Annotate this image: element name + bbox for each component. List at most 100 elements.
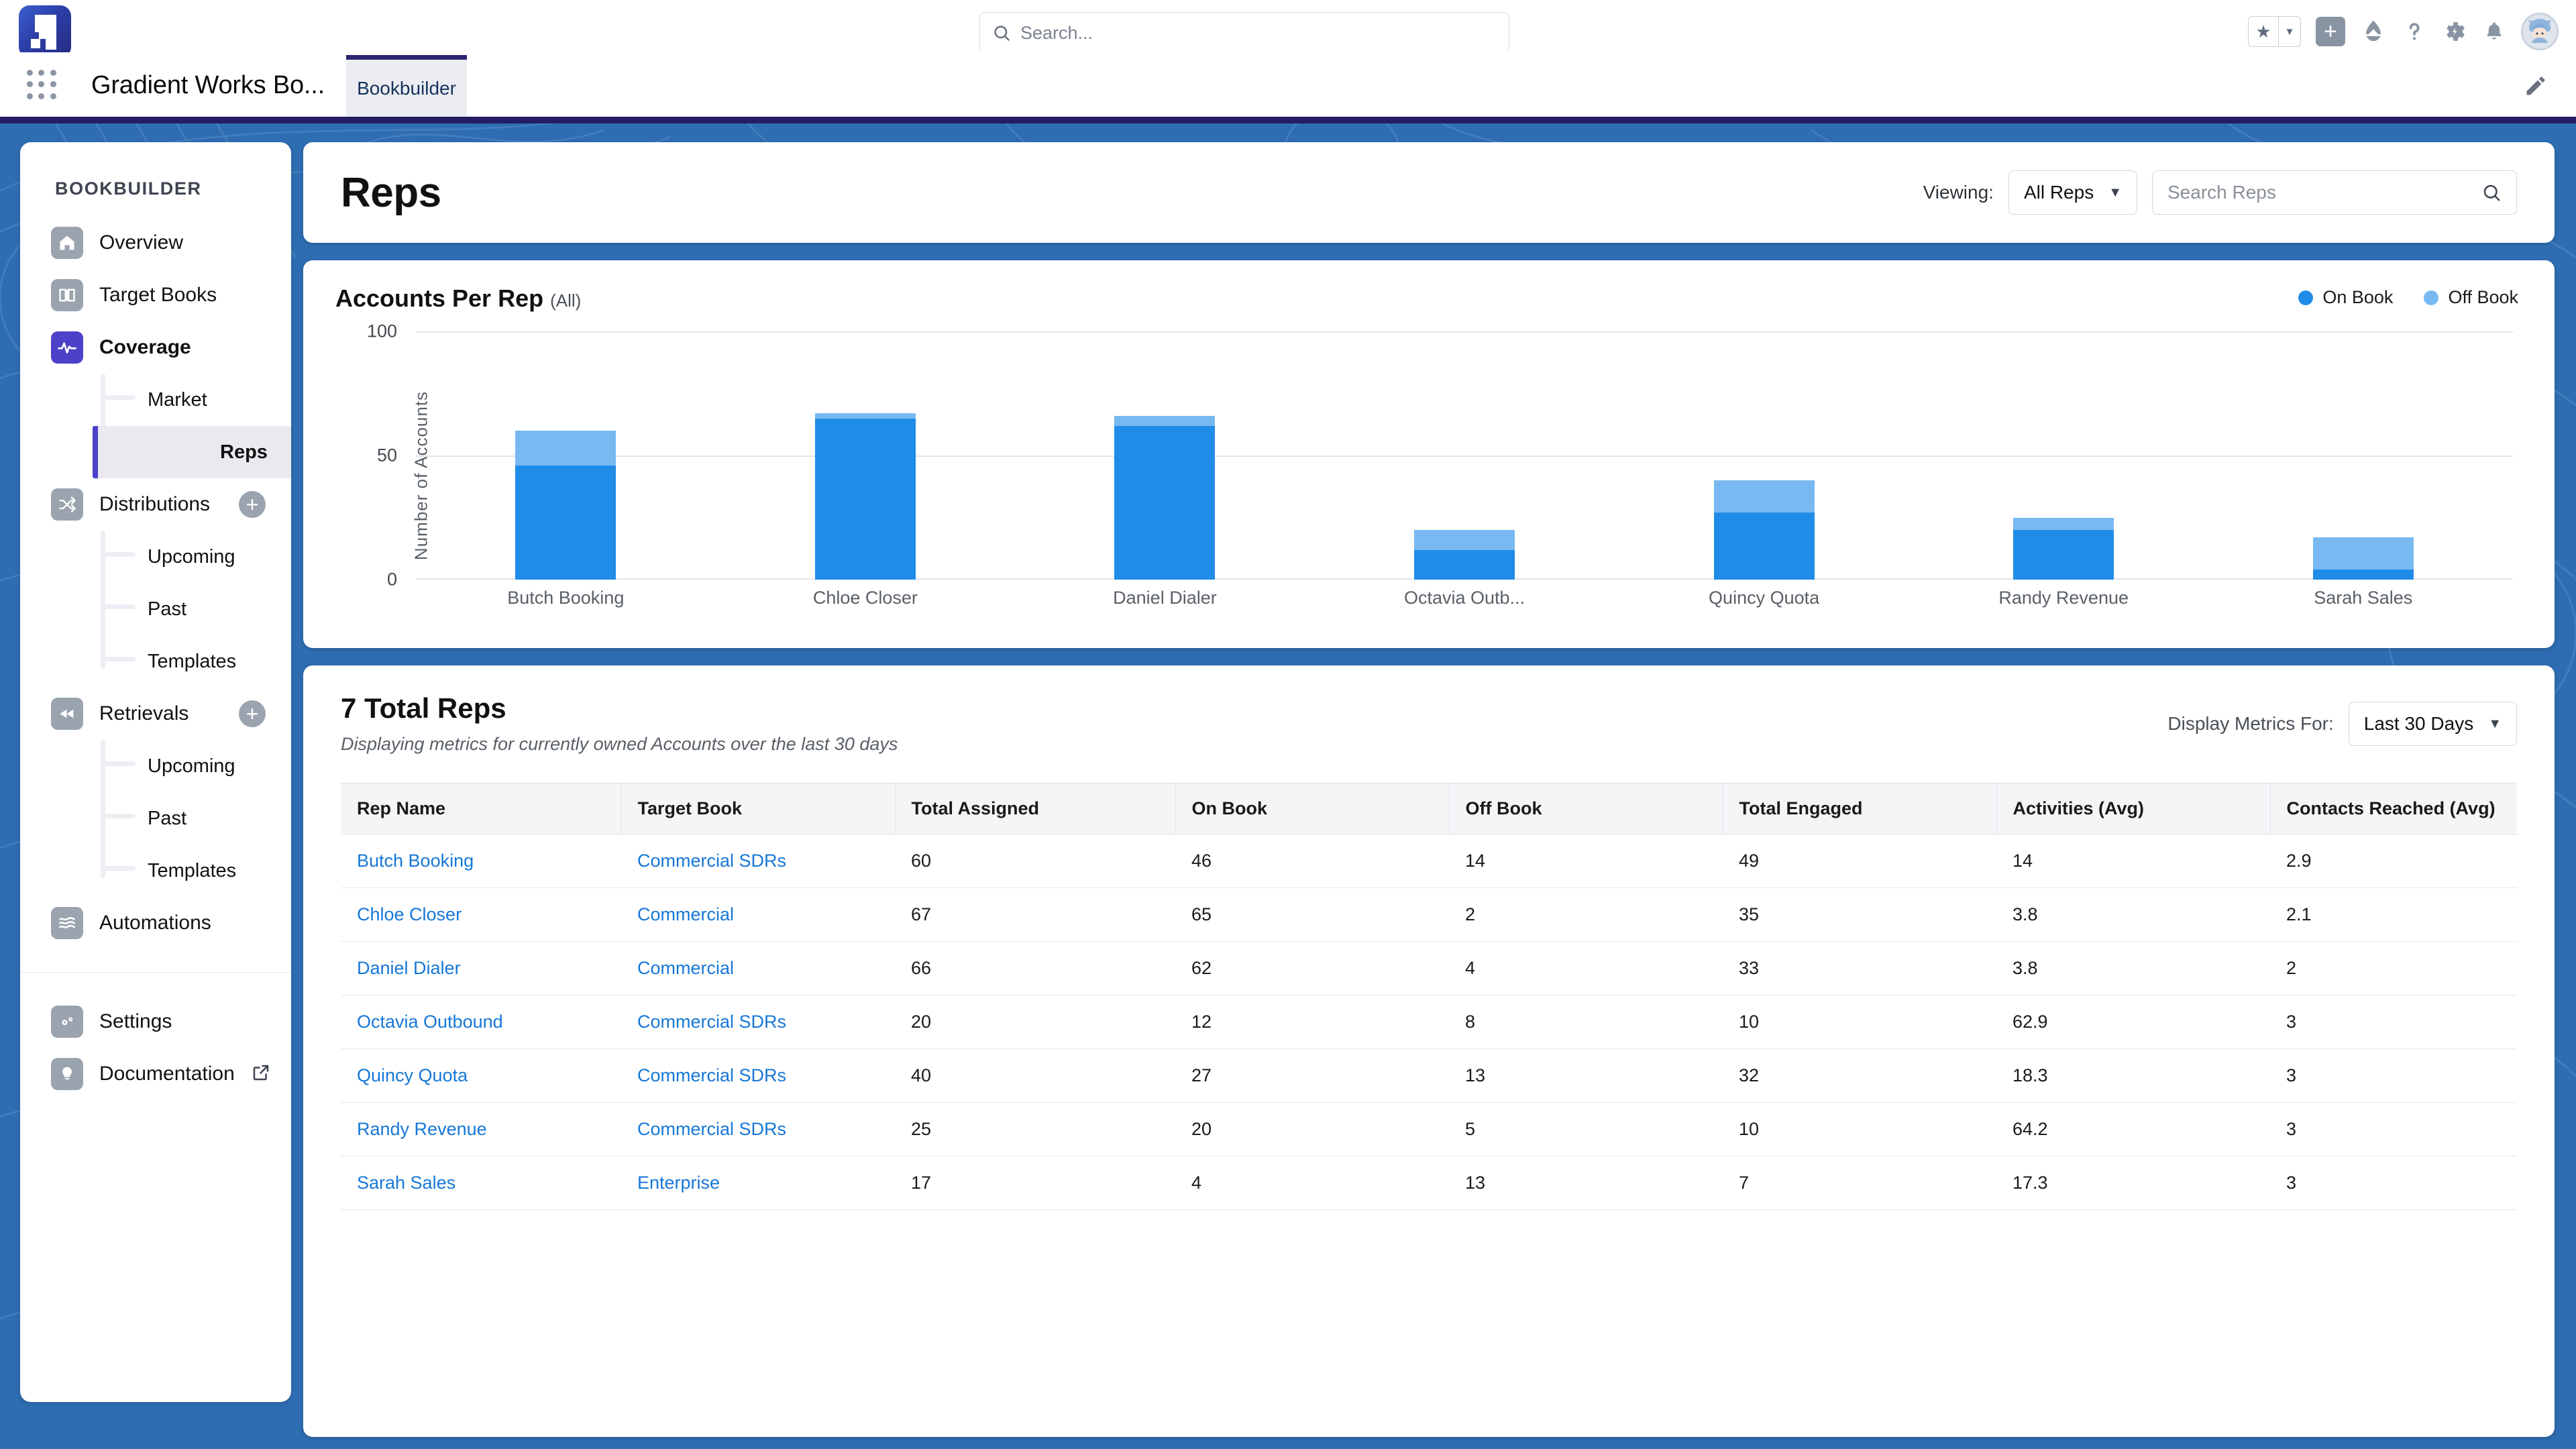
cell-total-assigned: 25 (895, 1102, 1175, 1157)
cell-on-book: 46 (1175, 834, 1449, 888)
app-navigation-bar: Gradient Works Bo... Bookbuilder (0, 52, 2576, 117)
chevron-down-icon: ▼ (2108, 184, 2122, 200)
sidebar-divider (20, 972, 291, 973)
sidebar-item-coverage-label: Coverage (99, 336, 191, 358)
target-book-link[interactable]: Commercial SDRs (637, 851, 786, 871)
table-column-header[interactable]: Target Book (621, 783, 896, 835)
chart-bar-butch-booking[interactable] (416, 331, 716, 580)
gradient-works-logo[interactable] (19, 5, 71, 58)
activity-icon (51, 331, 83, 364)
rep-name-link[interactable]: Butch Booking (357, 851, 474, 871)
sidebar-item-overview[interactable]: Overview (20, 217, 291, 269)
table-row: Quincy Quota Commercial SDRs 40 27 13 32 18.3 3 (341, 1049, 2517, 1103)
favorites-caret-icon[interactable]: ▼ (2279, 17, 2300, 46)
tab-bookbuilder-label: Bookbuilder (357, 77, 456, 99)
chart-bar-sarah-sales[interactable] (2213, 331, 2513, 580)
table-column-header[interactable]: On Book (1175, 783, 1450, 835)
add-icon[interactable]: + (2316, 17, 2345, 46)
favorites-button[interactable]: ★ ▼ (2248, 16, 2301, 47)
table-column-header[interactable]: Rep Name (341, 783, 622, 835)
app-launcher-icon[interactable] (27, 70, 58, 101)
sidebar-item-distributions-past[interactable]: Past (20, 583, 291, 635)
rep-name-link[interactable]: Daniel Dialer (357, 958, 461, 978)
notifications-bell-icon[interactable] (2482, 19, 2506, 44)
cell-rep-name: Chloe Closer (341, 888, 621, 942)
legend-item-off-book[interactable]: Off Book (2424, 287, 2518, 308)
chart-bar-randy-revenue[interactable] (1914, 331, 2214, 580)
rep-name-link[interactable]: Randy Revenue (357, 1119, 487, 1139)
sidebar-item-coverage[interactable]: Coverage (20, 321, 291, 374)
table-column-header[interactable]: Activities (Avg) (1996, 783, 2271, 835)
sidebar-item-settings[interactable]: Settings (20, 996, 291, 1048)
global-search-input[interactable]: Search... (979, 12, 1509, 54)
sidebar-item-distributions[interactable]: Distributions + (20, 478, 291, 531)
target-book-link[interactable]: Enterprise (637, 1173, 720, 1193)
page-title: Reps (341, 169, 441, 216)
cell-on-book: 62 (1175, 941, 1449, 996)
chart-bars (416, 331, 2513, 580)
app-launcher-drop-icon[interactable] (2360, 18, 2387, 45)
cell-total-engaged: 10 (1723, 1102, 1996, 1157)
chart-bar-daniel-dialer[interactable] (1015, 331, 1315, 580)
chart-bar-quincy-quota[interactable] (1614, 331, 1914, 580)
tab-bookbuilder[interactable]: Bookbuilder (346, 55, 467, 117)
cell-on-book: 4 (1175, 1156, 1449, 1210)
sidebar-item-market-label: Market (148, 388, 207, 411)
favorites-star-icon[interactable]: ★ (2249, 17, 2278, 46)
rep-name-link[interactable]: Octavia Outbound (357, 1012, 503, 1032)
rep-name-link[interactable]: Sarah Sales (357, 1173, 455, 1193)
chart-x-label: Randy Revenue (1998, 588, 2129, 608)
sidebar-item-market[interactable]: Market (20, 374, 291, 426)
add-retrieval-icon[interactable]: + (239, 700, 266, 727)
legend-swatch-on-book (2298, 290, 2314, 305)
chart-x-labels: Butch Booking Chloe Closer Daniel Dialer Oc… (416, 588, 2513, 608)
legend-label-on-book: On Book (2322, 287, 2394, 307)
viewing-select[interactable]: All Reps ▼ (2008, 170, 2137, 215)
table-column-header[interactable]: Total Assigned (895, 783, 1176, 835)
search-icon (994, 25, 1010, 41)
setup-gear-icon[interactable] (2442, 19, 2467, 44)
chart-bar-chloe-closer[interactable] (716, 331, 1016, 580)
sidebar-item-distributions-upcoming[interactable]: Upcoming (20, 531, 291, 583)
sidebar-item-reps[interactable]: Reps (93, 426, 291, 478)
add-distribution-icon[interactable]: + (239, 491, 266, 518)
search-icon (2483, 184, 2500, 201)
bar-segment-off-book (814, 413, 916, 419)
target-book-link[interactable]: Commercial (637, 904, 734, 924)
target-book-link[interactable]: Commercial SDRs (637, 1065, 786, 1085)
edit-pencil-icon[interactable] (2524, 74, 2548, 101)
reps-table-head: Rep Name Target Book Total Assigned On Book… (341, 783, 2517, 835)
sidebar-item-retrievals-templates[interactable]: Templates (20, 845, 291, 897)
target-book-link[interactable]: Commercial SDRs (637, 1012, 786, 1032)
bar-segment-off-book (1414, 530, 1515, 550)
cell-on-book: 65 (1175, 888, 1449, 942)
rep-name-link[interactable]: Quincy Quota (357, 1065, 468, 1085)
sidebar-item-documentation[interactable]: Documentation (20, 1048, 291, 1100)
rep-name-link[interactable]: Chloe Closer (357, 904, 462, 924)
table-column-header[interactable]: Contacts Reached (Avg) (2270, 783, 2517, 835)
cell-contacts-avg: 2 (2270, 941, 2517, 996)
target-book-link[interactable]: Commercial SDRs (637, 1119, 786, 1139)
sidebar-item-retrievals-past[interactable]: Past (20, 792, 291, 845)
table-column-header[interactable]: Off Book (1449, 783, 1723, 835)
cell-target-book: Enterprise (621, 1156, 895, 1210)
search-reps-input[interactable]: Search Reps (2152, 170, 2517, 215)
sidebar-item-retrievals-upcoming[interactable]: Upcoming (20, 740, 291, 792)
cell-rep-name: Sarah Sales (341, 1156, 621, 1210)
user-avatar[interactable] (2521, 13, 2559, 50)
table-column-header[interactable]: Total Engaged (1723, 783, 1997, 835)
chart-bar-octavia-outb[interactable] (1315, 331, 1615, 580)
sidebar-item-retrievals[interactable]: Retrievals + (20, 688, 291, 740)
viewing-select-value: All Reps (2023, 182, 2094, 203)
external-link-icon[interactable] (251, 1063, 271, 1086)
sidebar-item-automations[interactable]: Automations (20, 897, 291, 949)
global-search-placeholder: Search... (1020, 22, 1093, 43)
display-metrics-label: Display Metrics For: (2167, 713, 2334, 734)
target-book-link[interactable]: Commercial (637, 958, 734, 978)
display-metrics-select[interactable]: Last 30 Days ▼ (2348, 702, 2517, 746)
cell-contacts-avg: 3 (2270, 1049, 2517, 1103)
sidebar-item-target-books[interactable]: Target Books (20, 269, 291, 321)
legend-item-on-book[interactable]: On Book (2298, 287, 2393, 308)
help-icon[interactable] (2402, 19, 2427, 44)
sidebar-item-distributions-templates[interactable]: Templates (20, 635, 291, 688)
